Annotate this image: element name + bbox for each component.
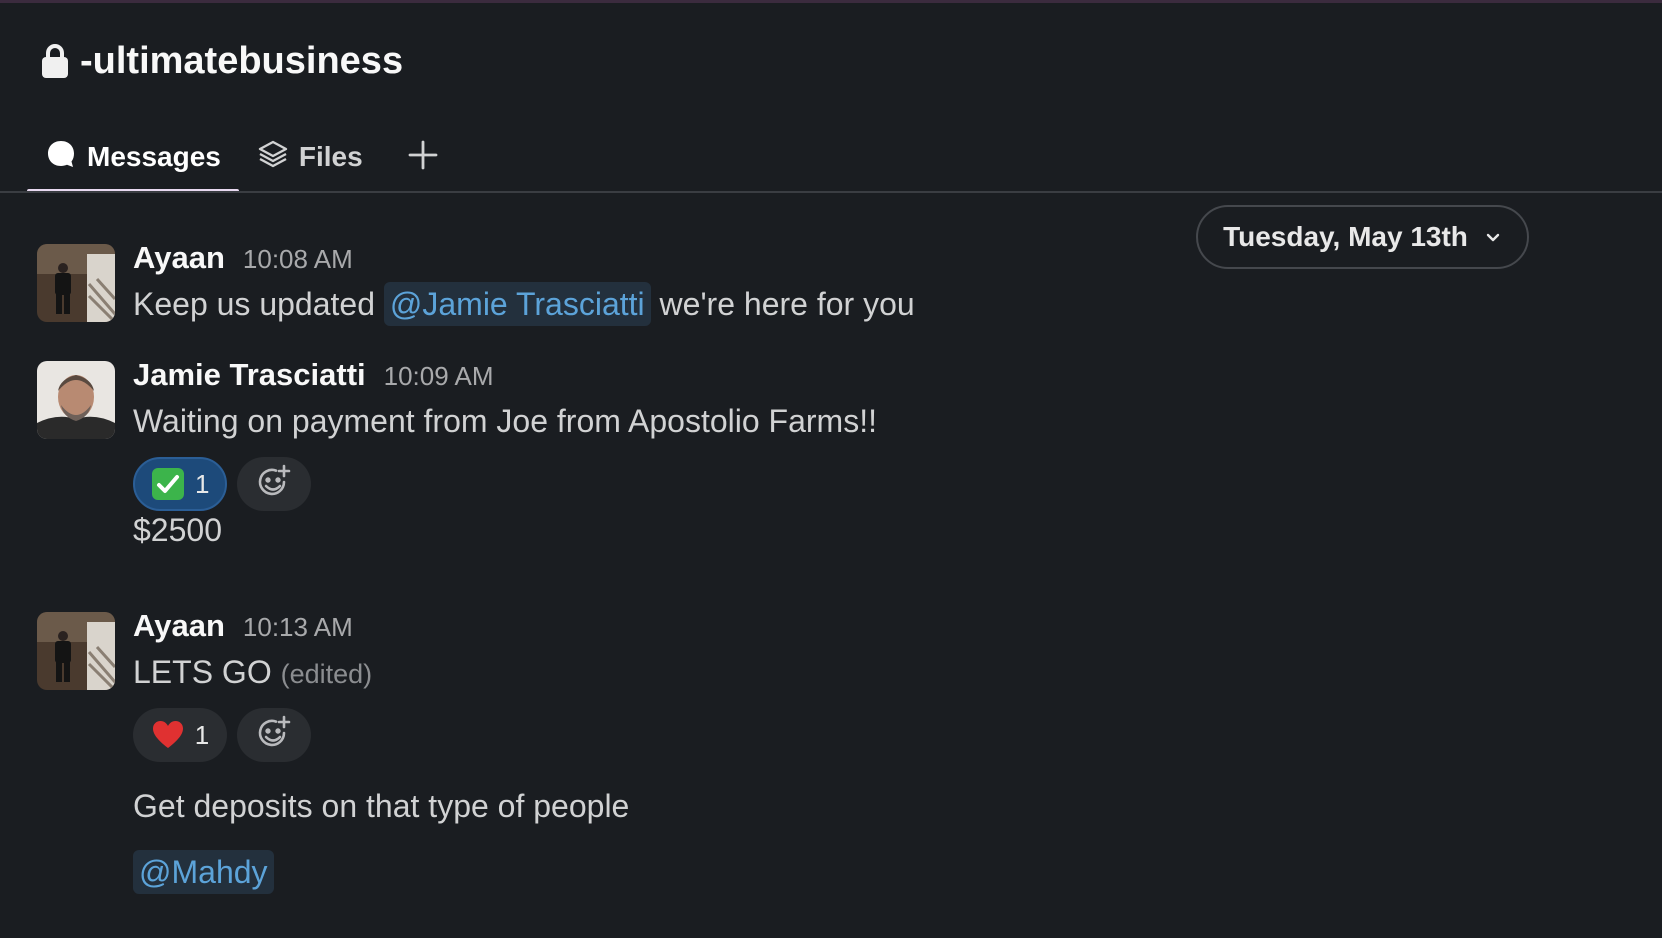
message-author[interactable]: Jamie Trasciatti [133,357,366,393]
reaction-heart-button[interactable]: 1 [133,708,227,762]
user-mention[interactable]: @Jamie Trasciatti [383,282,651,326]
white-check-mark-icon [151,467,185,501]
reaction-count: 1 [195,468,210,499]
add-reaction-button[interactable] [237,708,311,762]
message-author[interactable]: Ayaan [133,240,225,276]
tab-messages-label: Messages [87,141,221,172]
avatar[interactable] [37,361,115,439]
message-text-part: LETS GO [133,654,272,690]
user-mention[interactable]: @Mahdy [133,850,274,894]
add-emoji-icon [254,713,294,758]
edited-indicator: (edited) [280,659,373,689]
red-heart-icon [151,718,185,752]
message-bubble-icon [45,138,77,177]
channel-tabs: Messages Files [27,121,457,193]
channel-header: -ultimatebusiness Messages Files [0,3,1662,193]
tab-files[interactable]: Files [239,121,381,193]
message-timestamp[interactable]: 10:13 AM [243,612,353,643]
channel-title[interactable]: -ultimatebusiness [40,37,403,85]
chevron-down-icon [1484,221,1502,253]
lock-icon [40,43,70,79]
date-label: Tuesday, May 13th [1223,221,1468,252]
avatar[interactable] [37,244,115,322]
message-text-part: we're here for you [659,286,915,322]
reaction-check-button[interactable]: 1 [133,457,228,511]
message-header: Jamie Trasciatti 10:09 AM [133,357,494,393]
tab-files-label: Files [298,141,363,172]
message-text: Waiting on payment from Joe from Apostol… [133,403,877,439]
reaction-bar: 1 [133,457,312,511]
plus-icon [407,139,439,176]
message-timestamp[interactable]: 10:08 AM [243,244,353,275]
tab-messages[interactable]: Messages [27,121,239,193]
channel-name: -ultimatebusiness [80,39,404,82]
header-divider [0,191,1662,193]
message-followup-mention-line: @Mahdy [133,850,274,894]
message-text: LETS GO (edited) [133,654,372,691]
message-followup: Get deposits on that type of people [133,788,630,824]
reaction-count: 1 [194,719,210,750]
add-reaction-button[interactable] [237,457,312,511]
message-timestamp[interactable]: 10:09 AM [384,361,494,392]
message-text-part: Keep us updated [133,286,375,322]
add-emoji-icon [254,462,294,507]
message-header: Ayaan 10:08 AM [133,240,353,276]
message-text: Keep us updated @Jamie Trasciatti we're … [133,282,915,326]
message-header: Ayaan 10:13 AM [133,608,353,644]
add-tab-button[interactable] [381,121,457,193]
avatar[interactable] [37,612,115,690]
date-divider-button[interactable]: Tuesday, May 13th [1196,205,1529,269]
message-followup: $2500 [133,512,222,548]
reaction-bar: 1 [133,708,311,762]
layers-icon [257,138,289,177]
message-author[interactable]: Ayaan [133,608,225,644]
